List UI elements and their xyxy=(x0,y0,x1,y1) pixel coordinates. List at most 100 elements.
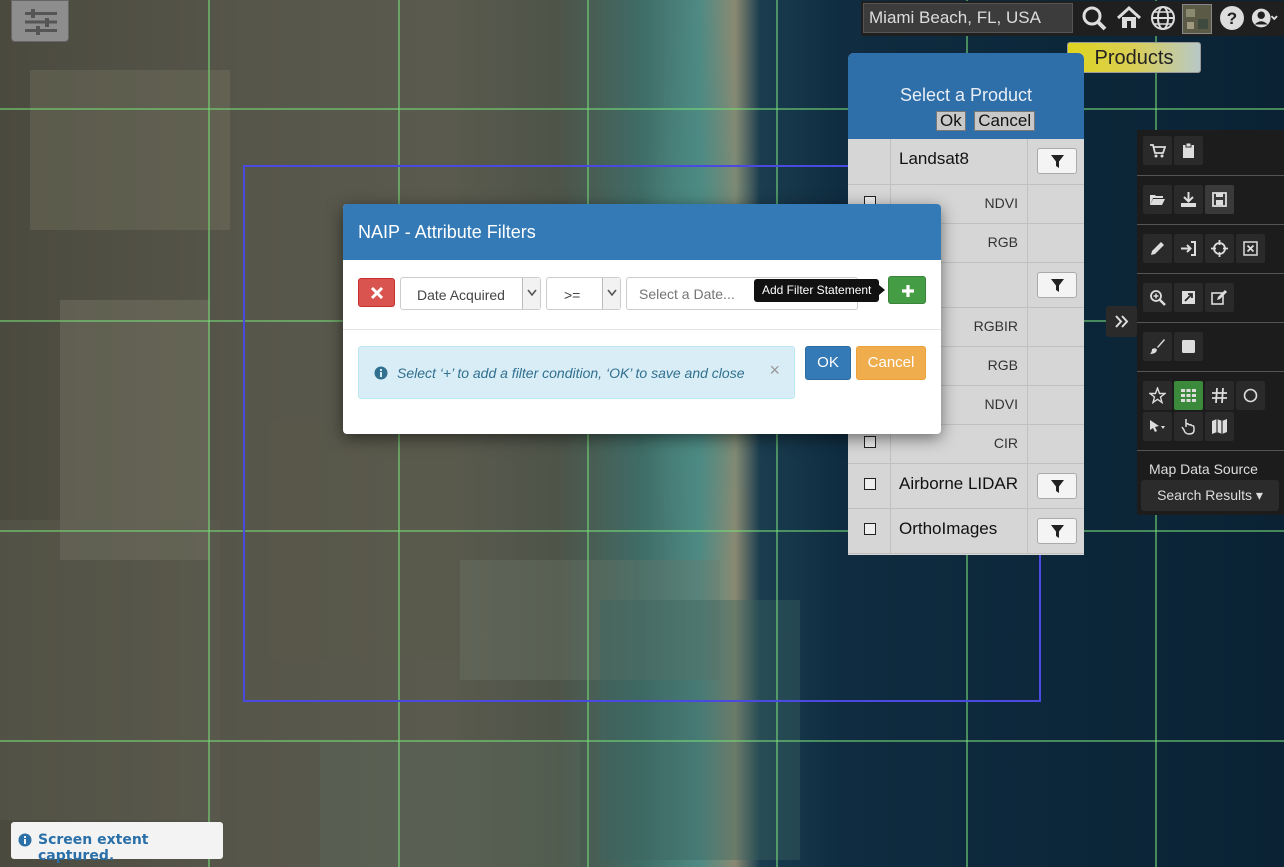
product-sub-label: NDVI xyxy=(984,395,1018,412)
user-icon xyxy=(1251,8,1278,28)
filter-icon xyxy=(1051,155,1064,168)
product-panel-title: Select a Product xyxy=(899,85,1033,105)
map-data-source-label: Map Data Source xyxy=(1149,461,1258,477)
edit-button[interactable] xyxy=(1205,283,1234,312)
draw-button[interactable] xyxy=(1143,234,1172,263)
collapse-panel-button[interactable] xyxy=(1106,306,1137,337)
circle-button[interactable] xyxy=(1236,381,1265,410)
download-icon xyxy=(1181,192,1196,207)
alert-close-button[interactable]: × xyxy=(769,361,780,379)
zoom-in-button[interactable] xyxy=(1143,283,1172,312)
paintbrush-icon xyxy=(1150,339,1165,354)
cart-button[interactable] xyxy=(1143,136,1172,165)
sliders-menu-button[interactable] xyxy=(11,0,69,42)
location-search-input[interactable] xyxy=(863,3,1073,33)
circle-icon xyxy=(1243,388,1258,403)
globe-icon xyxy=(1151,6,1175,30)
product-filter-cell xyxy=(1027,464,1084,508)
user-menu-button[interactable] xyxy=(1250,4,1280,32)
product-row[interactable]: Airborne LIDAR xyxy=(848,464,1084,509)
product-row[interactable]: Landsat8 xyxy=(848,139,1084,185)
status-toast: Screen extent captured. xyxy=(11,822,223,864)
chevron-down-icon xyxy=(522,278,540,309)
paint-button[interactable] xyxy=(1143,332,1172,361)
grid-button[interactable] xyxy=(1174,381,1203,410)
help-button[interactable]: ? xyxy=(1218,4,1246,32)
ok-button[interactable]: OK xyxy=(805,346,851,380)
product-panel-header: Select a Product Ok Cancel xyxy=(848,53,1084,139)
home-icon xyxy=(1116,5,1142,28)
save-button[interactable] xyxy=(1205,185,1234,214)
product-label: Airborne LIDAR xyxy=(899,473,1019,493)
save-icon xyxy=(1212,192,1227,207)
product-filter-button[interactable] xyxy=(1037,148,1077,174)
hashtag-button[interactable] xyxy=(1205,381,1234,410)
expand-button[interactable] xyxy=(1174,283,1203,312)
map-button[interactable] xyxy=(1205,412,1234,441)
clear-button[interactable] xyxy=(1236,234,1265,263)
svg-text:?: ? xyxy=(1227,9,1237,28)
product-filter-button[interactable] xyxy=(1037,271,1077,298)
hand-pointer-icon xyxy=(1181,419,1195,435)
product-label: Landsat8 xyxy=(899,149,969,168)
product-filter-cell xyxy=(1027,308,1084,346)
import-button[interactable] xyxy=(1174,234,1203,263)
stop-square-icon xyxy=(1182,340,1195,353)
basemap-thumbnail-button[interactable] xyxy=(1182,4,1212,34)
product-sub-label: CIR xyxy=(993,434,1018,451)
globe-button[interactable] xyxy=(1149,4,1177,32)
locate-button[interactable] xyxy=(1205,234,1234,263)
product-sub-label: RGB xyxy=(987,356,1018,373)
product-checkbox[interactable] xyxy=(864,477,876,490)
product-checkbox-cell xyxy=(848,509,891,553)
map-toolbar: Map Data Source Search Results ▾ xyxy=(1137,130,1284,515)
star-icon xyxy=(1149,387,1166,404)
filter-statement-row: Date Acquired >= Add Filter Statement xyxy=(343,260,941,330)
product-row[interactable]: OrthoImages xyxy=(848,509,1084,554)
add-filter-button[interactable] xyxy=(888,276,926,304)
stop-button[interactable] xyxy=(1174,332,1203,361)
chevron-down-icon xyxy=(602,278,620,309)
home-button[interactable] xyxy=(1115,4,1143,32)
search-button[interactable] xyxy=(1080,4,1108,32)
products-tab[interactable]: Products xyxy=(1067,42,1201,73)
product-filter-cell xyxy=(1027,224,1084,262)
product-label: OrthoImages xyxy=(899,518,998,538)
add-filter-tooltip: Add Filter Statement xyxy=(754,279,886,302)
double-chevron-right-icon xyxy=(1115,315,1129,328)
product-checkbox-cell xyxy=(848,139,891,184)
search-results-dropdown[interactable]: Search Results ▾ xyxy=(1141,480,1279,511)
clipboard-button[interactable] xyxy=(1174,136,1203,165)
toast-text: Screen extent captured. xyxy=(38,832,149,864)
product-filter-button[interactable] xyxy=(1037,517,1077,544)
pan-button[interactable] xyxy=(1174,412,1203,441)
cancel-button[interactable]: Cancel xyxy=(856,346,926,380)
product-checkbox[interactable] xyxy=(864,522,876,535)
pencil-icon xyxy=(1151,242,1164,255)
product-ok-button[interactable]: Ok xyxy=(936,111,966,131)
attribute-select[interactable]: Date Acquired xyxy=(400,277,541,310)
filter-icon xyxy=(1051,278,1064,292)
product-cancel-button[interactable]: Cancel xyxy=(974,111,1036,131)
grid-icon xyxy=(1181,389,1196,402)
info-icon xyxy=(18,833,32,847)
operator-select-value: >= xyxy=(564,287,581,303)
cart-icon xyxy=(1150,144,1166,158)
plus-icon xyxy=(902,285,914,297)
hashtag-icon xyxy=(1212,387,1227,404)
operator-select[interactable]: >= xyxy=(546,277,621,310)
download-button[interactable] xyxy=(1174,185,1203,214)
product-checkbox-cell xyxy=(848,464,891,508)
info-icon xyxy=(374,366,388,380)
select-tool-icon xyxy=(1150,420,1165,432)
selection-tool-dropdown[interactable] xyxy=(1143,412,1172,441)
favorite-button[interactable] xyxy=(1143,381,1172,410)
product-checkbox[interactable] xyxy=(864,435,876,448)
remove-filter-button[interactable] xyxy=(358,278,395,307)
open-folder-button[interactable] xyxy=(1143,185,1172,214)
info-alert-text: Select ‘+’ to add a filter condition, ‘O… xyxy=(397,365,745,381)
help-icon: ? xyxy=(1220,6,1244,30)
map-icon xyxy=(1212,419,1227,434)
top-search-bar: ? xyxy=(861,1,1284,36)
product-filter-button[interactable] xyxy=(1037,472,1077,499)
